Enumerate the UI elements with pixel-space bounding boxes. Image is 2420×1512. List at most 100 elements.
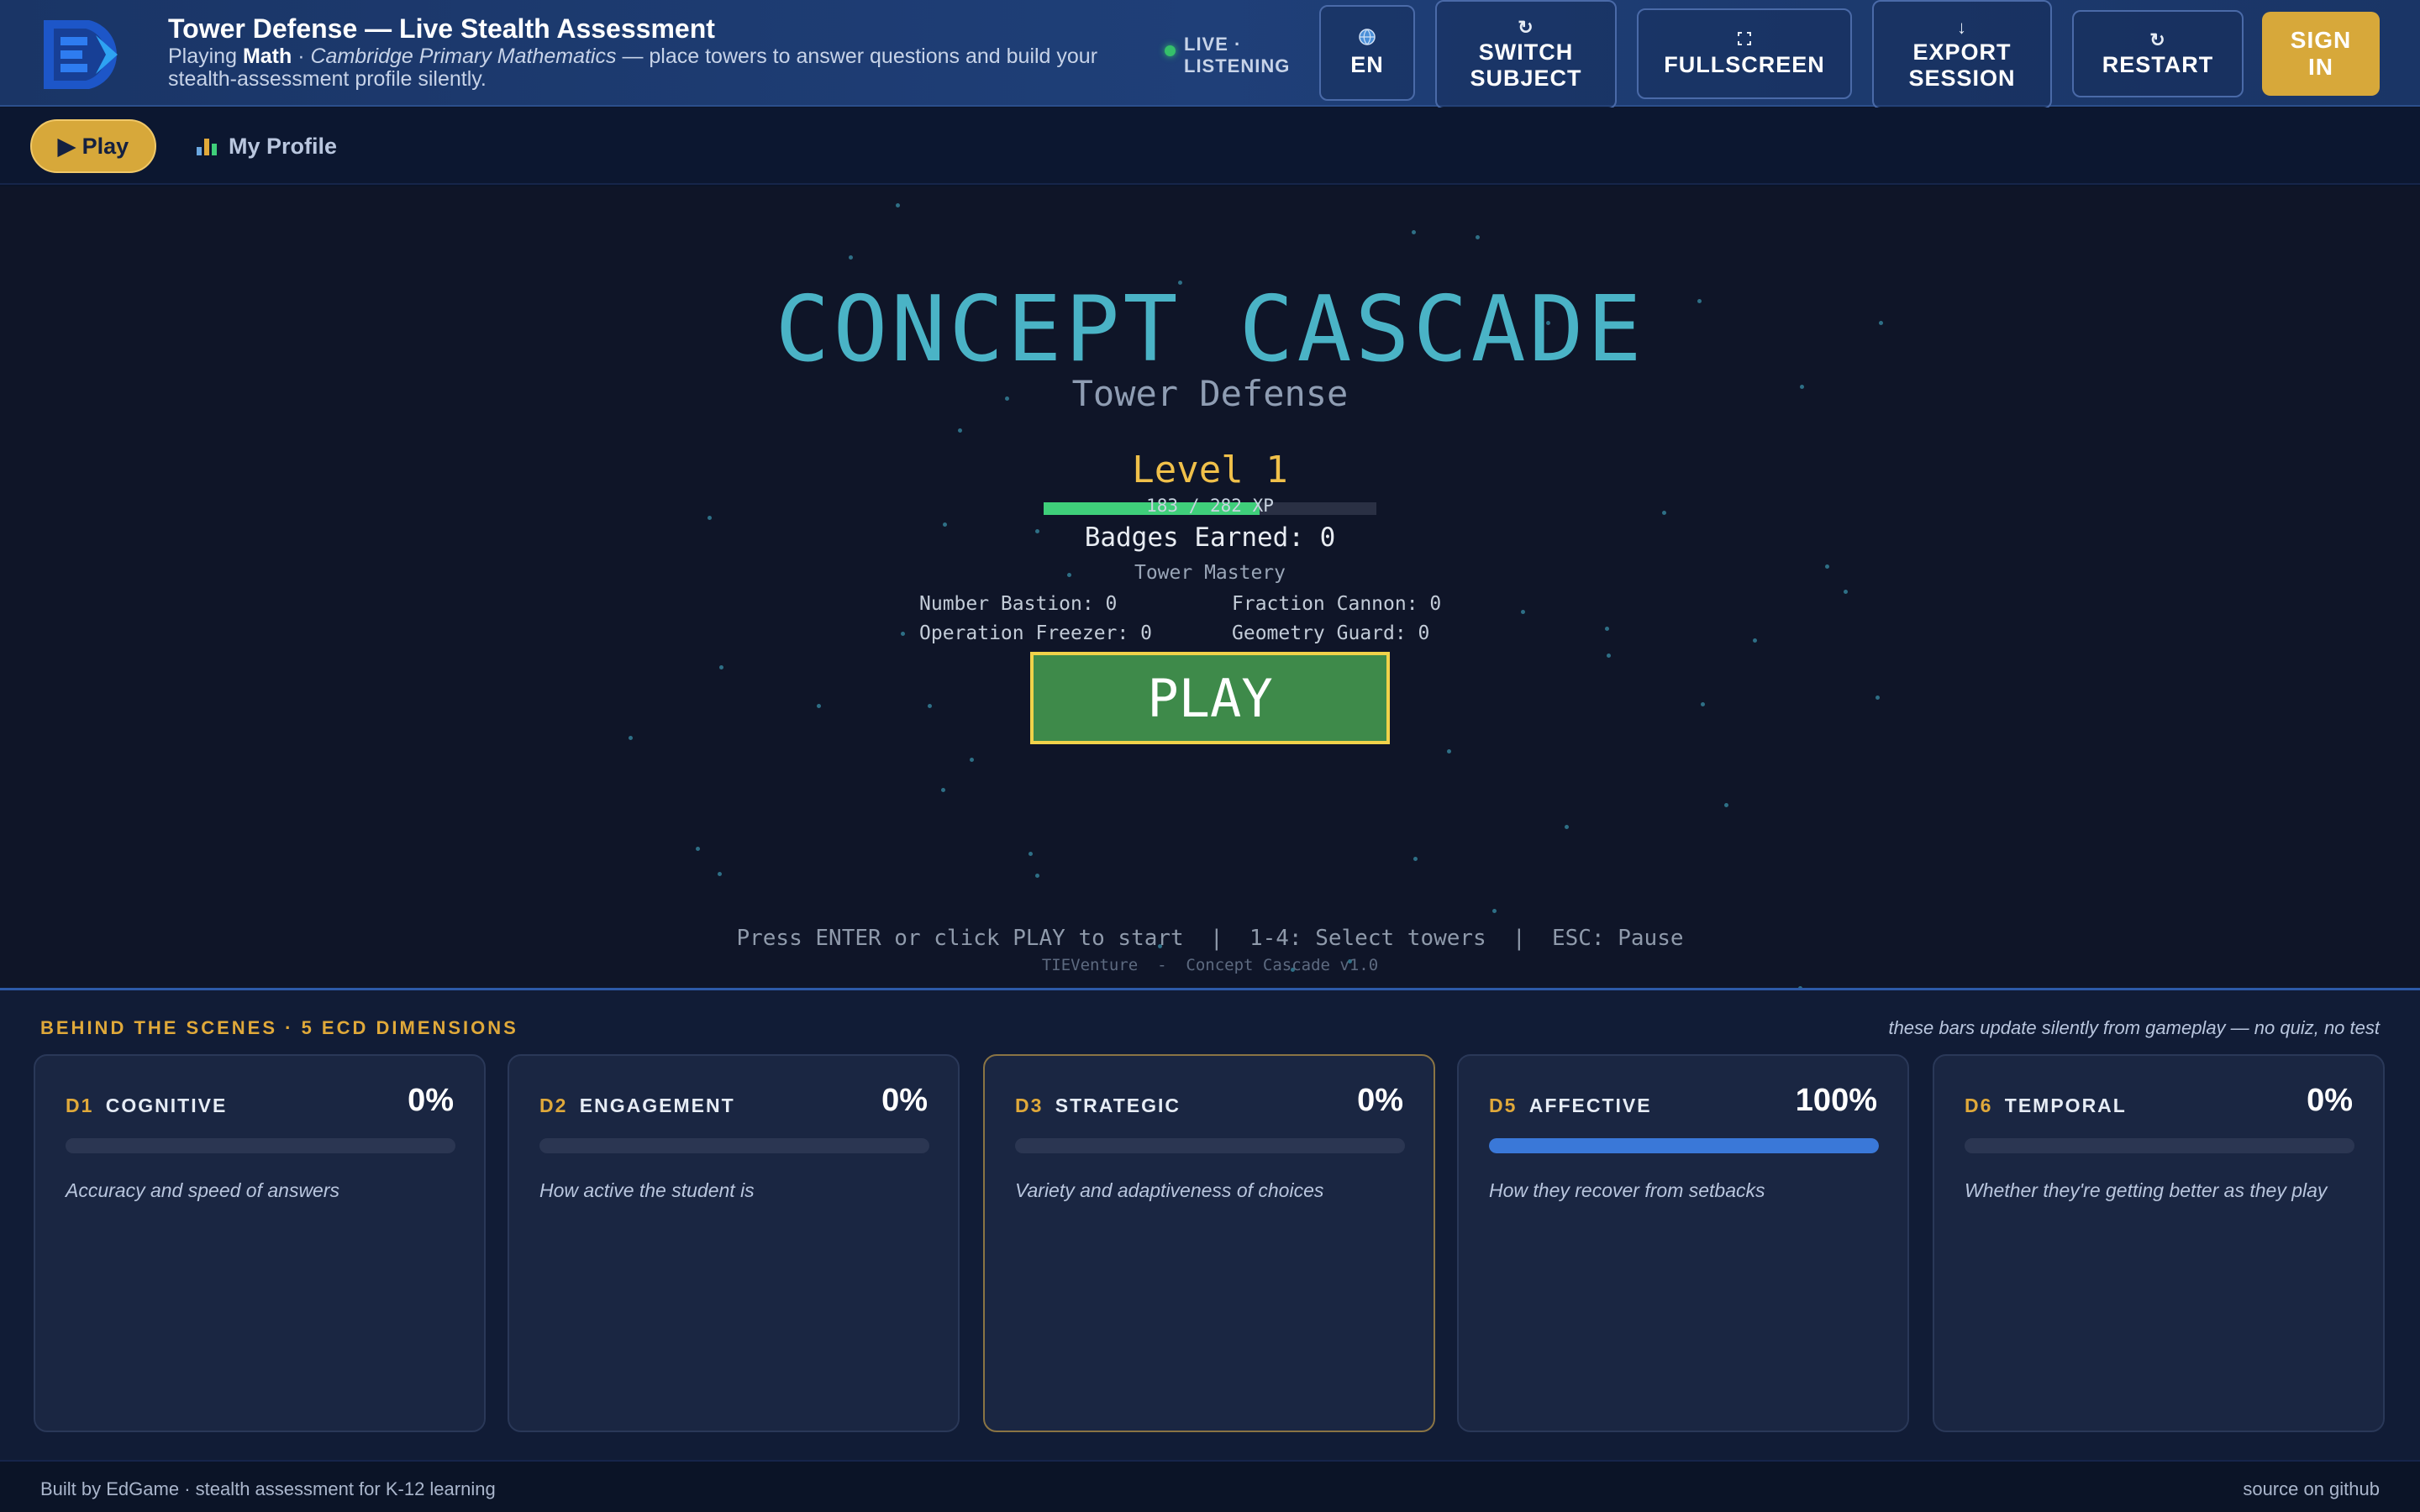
star-particle — [1492, 909, 1497, 913]
dimensions-title: BEHIND THE SCENES · 5 ECD DIMENSIONS — [40, 1017, 518, 1038]
star-particle — [719, 665, 723, 669]
star-particle — [941, 788, 945, 792]
star-particle — [1753, 638, 1757, 643]
dimension-description: Variety and adaptiveness of choices — [1015, 1179, 1324, 1201]
dimension-description: How active the student is — [539, 1179, 755, 1201]
star-particle — [896, 203, 900, 207]
curriculum-name: Cambridge Primary Mathematics — [310, 45, 617, 68]
star-particle — [1035, 874, 1039, 878]
dimension-percent: 0% — [881, 1083, 928, 1118]
star-particle — [696, 847, 700, 851]
xp-text: 183 / 282 XP — [1146, 496, 1274, 516]
globe-icon — [1358, 28, 1376, 50]
dimension-card-engagement: D2 ENGAGEMENT 0% How active the student … — [508, 1054, 960, 1432]
star-particle — [1662, 511, 1666, 515]
dimension-description: Whether they're getting better as they p… — [1965, 1179, 2328, 1201]
star-particle — [958, 428, 962, 433]
tower-stat-operation-freezer: Operation Freezer: 0 — [919, 622, 1152, 644]
star-particle — [708, 516, 712, 520]
tower-stat-geometry-guard: Geometry Guard: 0 — [1232, 622, 1430, 644]
tower-stat-fraction-cannon: Fraction Cannon: 0 — [1232, 593, 1442, 615]
game-title: CONCEPT CASCADE — [775, 277, 1645, 382]
dimensions-note: these bars update silently from gameplay… — [1888, 1017, 2380, 1038]
star-particle — [901, 632, 905, 636]
star-particle — [718, 872, 722, 876]
game-canvas[interactable]: CONCEPT CASCADE Tower Defense Level 1 18… — [0, 186, 2420, 988]
star-particle — [1701, 702, 1705, 706]
play-icon: ▶ — [57, 133, 76, 159]
sign-in-button[interactable]: SIGN IN — [2262, 12, 2380, 96]
fullscreen-button[interactable]: FULLSCREEN — [1637, 8, 1852, 99]
dimension-name: ENGAGEMENT — [579, 1095, 735, 1116]
play-game-button[interactable]: PLAY — [1030, 652, 1390, 744]
controls-hint: Press ENTER or click PLAY to start | 1-4… — [736, 926, 1684, 951]
star-particle — [1565, 825, 1569, 829]
export-session-button[interactable]: ↓ EXPORT SESSION — [1872, 0, 2052, 109]
star-particle — [1844, 590, 1848, 594]
dimension-code: D1 — [66, 1095, 94, 1116]
star-particle — [849, 255, 853, 260]
edgame-logo[interactable] — [37, 15, 136, 94]
page-title: Tower Defense — Live Stealth Assessment — [168, 13, 715, 44]
dimension-bar — [1015, 1138, 1405, 1153]
tower-stat-number-bastion: Number Bastion: 0 — [919, 593, 1118, 615]
star-particle — [1447, 749, 1451, 753]
star-particle — [970, 758, 974, 762]
dimension-bar — [1965, 1138, 2354, 1153]
dimension-card-temporal: D6 TEMPORAL 0% Whether they're getting b… — [1933, 1054, 2385, 1432]
live-status-label: LIVE · LISTENING — [1184, 34, 1291, 76]
star-particle — [1028, 852, 1033, 856]
dimension-name: TEMPORAL — [2004, 1095, 2127, 1116]
live-status: LIVE · LISTENING — [1165, 34, 1318, 77]
dimension-code: D5 — [1489, 1095, 1518, 1116]
dimension-code: D6 — [1965, 1095, 1993, 1116]
dimension-bar — [1489, 1138, 1879, 1153]
page-subtitle: Playing Math · Cambridge Primary Mathema… — [168, 45, 1098, 91]
dimension-bar — [66, 1138, 455, 1153]
star-particle — [817, 704, 821, 708]
game-subtitle: Tower Defense — [1071, 373, 1349, 414]
star-particle — [1413, 857, 1418, 861]
star-particle — [1521, 610, 1525, 614]
dimension-name: COGNITIVE — [105, 1095, 228, 1116]
dimensions-panel: BEHIND THE SCENES · 5 ECD DIMENSIONS the… — [0, 988, 2420, 1460]
dimension-name: AFFECTIVE — [1528, 1095, 1652, 1116]
fullscreen-icon — [1737, 30, 1752, 50]
star-particle — [1607, 654, 1611, 658]
dimension-bar-fill — [1489, 1138, 1879, 1153]
version-label: TIEVenture - Concept Cascade v1.0 — [1041, 956, 1379, 974]
star-particle — [928, 704, 932, 708]
dimension-card-affective: D5 AFFECTIVE 100% How they recover from … — [1457, 1054, 1909, 1432]
page-footer: Built by EdGame · stealth assessment for… — [0, 1460, 2420, 1512]
dimension-card-cognitive: D1 COGNITIVE 0% Accuracy and speed of an… — [34, 1054, 486, 1432]
dimension-code: D2 — [539, 1095, 568, 1116]
dimension-code: D3 — [1015, 1095, 1044, 1116]
dimension-bar — [539, 1138, 929, 1153]
level-label: Level 1 — [1132, 449, 1288, 491]
star-particle — [629, 736, 633, 740]
star-particle — [1412, 230, 1416, 234]
dimension-name: STRATEGIC — [1055, 1095, 1181, 1116]
subject-name: Math — [242, 45, 292, 68]
badges-earned: Badges Earned: 0 — [1084, 522, 1336, 553]
footer-credit: Built by EdGame · stealth assessment for… — [40, 1478, 496, 1499]
star-particle — [1605, 627, 1609, 631]
star-particle — [1876, 696, 1880, 700]
source-link[interactable]: source on github — [2243, 1478, 2380, 1500]
dimension-card-strategic: D3 STRATEGIC 0% Variety and adaptiveness… — [983, 1054, 1435, 1432]
live-dot-icon — [1165, 45, 1176, 56]
tab-play[interactable]: ▶ Play — [30, 119, 156, 173]
switch-subject-button[interactable]: ↻ SWITCH SUBJECT — [1435, 0, 1617, 109]
dimension-percent: 0% — [408, 1083, 454, 1118]
language-button[interactable]: EN — [1319, 5, 1415, 101]
main-nav: ▶ Play My Profile — [0, 108, 2420, 185]
dimension-percent: 100% — [1795, 1083, 1877, 1118]
dimension-description: Accuracy and speed of answers — [66, 1179, 340, 1201]
dimension-description: How they recover from setbacks — [1489, 1179, 1765, 1201]
restart-icon: ↻ — [2149, 29, 2166, 50]
star-particle — [1476, 235, 1480, 239]
tab-my-profile[interactable]: My Profile — [197, 119, 337, 173]
download-icon: ↓ — [1957, 17, 1967, 38]
restart-button[interactable]: ↻ RESTART — [2072, 10, 2244, 97]
star-particle — [1724, 803, 1728, 807]
